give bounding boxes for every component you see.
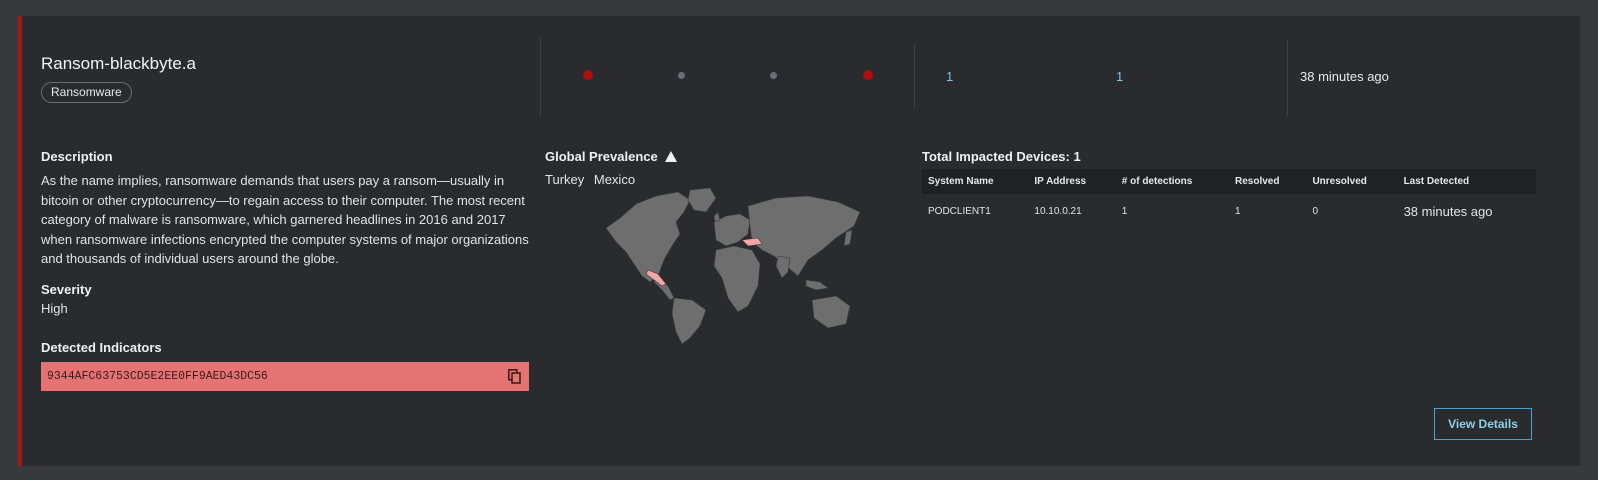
separator	[1287, 40, 1288, 116]
count-link-2[interactable]: 1	[1116, 69, 1123, 84]
table-row[interactable]: PODCLIENT1 10.10.0.21 1 1 0 38 minutes a…	[922, 194, 1536, 228]
description-text: As the name implies, ransomware demands …	[41, 173, 529, 266]
count-link-1[interactable]: 1	[946, 69, 953, 84]
cell-resolved: 1	[1235, 205, 1241, 217]
threat-name: Ransom-blackbyte.a	[41, 54, 196, 73]
separator	[914, 44, 915, 110]
cell-system-name: PODCLIENT1	[928, 205, 991, 217]
cell-last-detected: 38 minutes ago	[1403, 203, 1493, 219]
status-dot-red	[583, 70, 593, 80]
cell-ip-address: 10.10.0.21	[1034, 205, 1082, 217]
category-tag[interactable]: Ransomware	[41, 82, 132, 103]
view-details-button[interactable]: View Details	[1434, 408, 1532, 440]
description-heading: Description	[41, 149, 113, 164]
cell-detections: 1	[1121, 205, 1128, 217]
indicators-heading: Detected Indicators	[41, 340, 162, 355]
devices-heading: Total Impacted Devices: 1	[922, 149, 1081, 164]
col-system-name[interactable]: System Name	[922, 169, 1029, 194]
status-dot-grey	[770, 72, 777, 79]
table-header-row: System Name IP Address # of detections R…	[922, 169, 1536, 194]
indicator-hash: 9344AFC63753CD5E2EE0FF9AED43DC56	[41, 362, 529, 391]
country-mexico: Mexico	[593, 172, 636, 187]
threat-card: Ransom-blackbyte.a Ransomware 1 1 38 min…	[18, 16, 1580, 466]
status-dot-red	[863, 70, 873, 80]
col-last-detected[interactable]: Last Detected	[1397, 169, 1536, 194]
indicator-hash-value: 9344AFC63753CD5E2EE0FF9AED43DC56	[47, 370, 268, 383]
status-dot-grey	[678, 72, 685, 79]
warning-triangle-icon[interactable]	[665, 151, 678, 162]
country-turkey: Turkey	[545, 172, 585, 187]
prevalence-heading: Global Prevalence	[545, 149, 678, 164]
devices-table: System Name IP Address # of detections R…	[922, 169, 1536, 228]
severity-heading: Severity	[41, 282, 92, 297]
col-detections[interactable]: # of detections	[1115, 169, 1229, 194]
cell-unresolved: 0	[1312, 205, 1318, 217]
copy-icon[interactable]	[508, 369, 521, 384]
prevalence-heading-text: Global Prevalence	[545, 149, 658, 164]
last-seen: 38 minutes ago	[1300, 69, 1389, 84]
col-ip-address[interactable]: IP Address	[1028, 169, 1116, 194]
prevalence-countries: Turkey Mexico	[545, 172, 635, 187]
world-map	[605, 187, 861, 345]
severity-value: High	[41, 301, 68, 316]
separator	[540, 38, 541, 118]
col-resolved[interactable]: Resolved	[1229, 169, 1307, 194]
col-unresolved[interactable]: Unresolved	[1306, 169, 1398, 194]
